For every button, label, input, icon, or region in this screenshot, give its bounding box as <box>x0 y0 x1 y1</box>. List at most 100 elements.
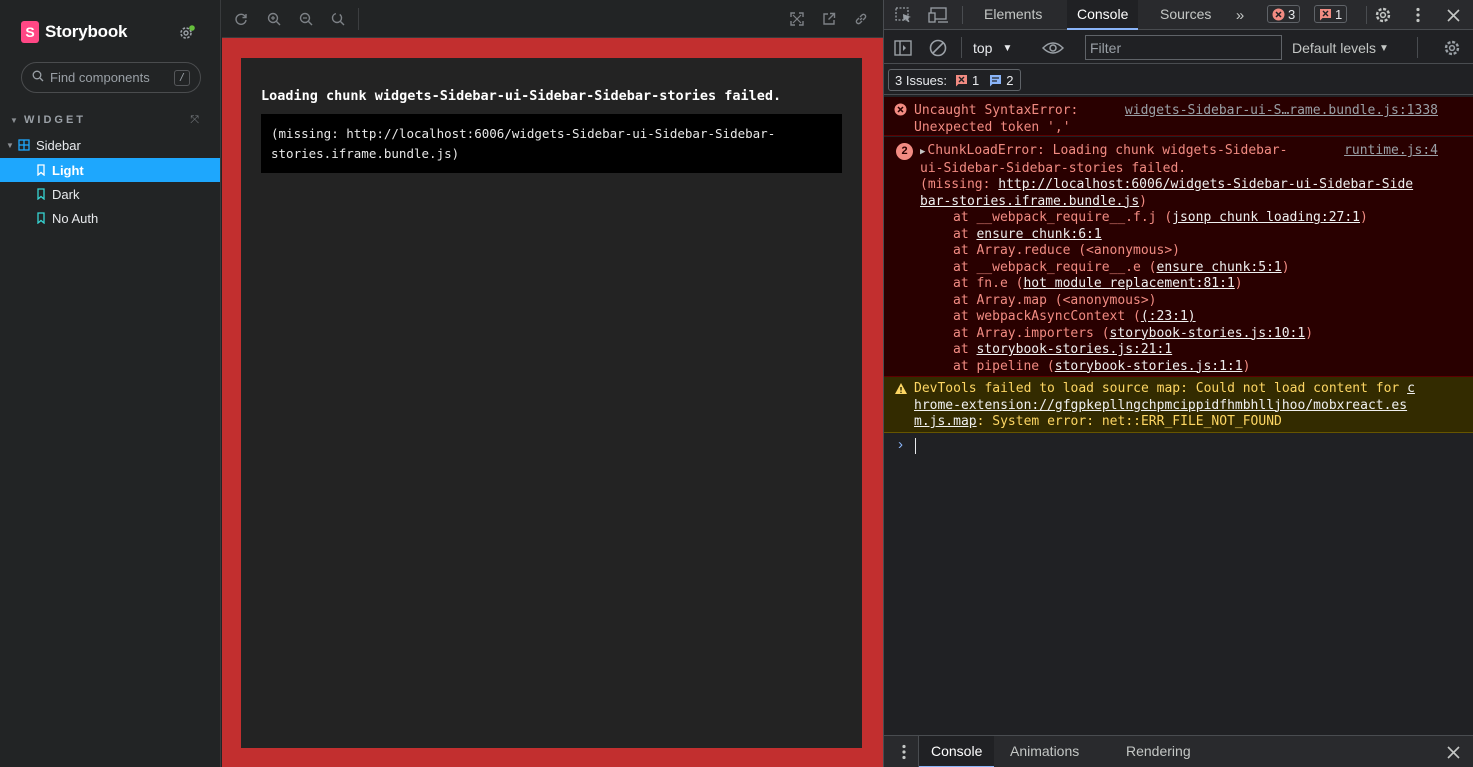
issues-button[interactable]: 3 Issues: 1 2 <box>888 69 1021 91</box>
message-line: Unexpected token ',' <box>914 119 1071 135</box>
stack-frame-link[interactable]: hot module replacement:81:1 <box>1023 276 1234 291</box>
console-message-syntax-error: Uncaught SyntaxError: Unexpected token '… <box>884 97 1473 136</box>
missing-suffix: ) <box>1139 193 1147 209</box>
stack-frame-link[interactable]: ensure chunk:6:1 <box>976 227 1101 242</box>
warning-suffix: : System error: net::ERR_FILE_NOT_FOUND <box>976 414 1282 429</box>
console-prompt-input[interactable]: › <box>884 434 1473 458</box>
issue-count-badge[interactable]: 1 <box>1314 5 1348 23</box>
zoom-in-icon[interactable] <box>264 9 284 29</box>
source-map-link[interactable]: c <box>1407 381 1415 396</box>
tree-item-story-light[interactable]: Light <box>0 158 220 182</box>
bookmark-icon <box>36 164 46 176</box>
context-selector[interactable]: top ▼ <box>973 38 1012 58</box>
device-toolbar-icon[interactable] <box>928 6 950 24</box>
issue-flag-icon <box>1319 8 1332 21</box>
tab-elements[interactable]: Elements <box>982 0 1044 30</box>
tree-item-sidebar-component[interactable]: ▼ Sidebar <box>0 133 220 157</box>
search-box[interactable]: / <box>21 62 201 93</box>
reset-zoom-icon[interactable] <box>328 9 348 29</box>
zoom-out-icon[interactable] <box>296 9 316 29</box>
source-link[interactable]: widgets-Sidebar-ui-S…rame.bundle.js:1338 <box>1125 103 1438 120</box>
repeat-count-badge: 2 <box>896 143 913 160</box>
stack-frame: at __webpack_require__.e (ensure chunk:5… <box>953 260 1468 277</box>
stack-frame-link[interactable]: ensure chunk:5:1 <box>1157 260 1282 275</box>
text-cursor <box>915 438 916 454</box>
warning-triangle-icon <box>894 382 908 395</box>
fullscreen-icon[interactable] <box>787 9 807 29</box>
find-components-input[interactable] <box>50 70 174 85</box>
stack-frame-link[interactable]: (:23:1) <box>1141 309 1196 324</box>
devtools-tabbar: Elements Console Sources » 3 1 <box>884 0 1473 30</box>
error-detail-line: stories.iframe.bundle.js) <box>271 146 460 161</box>
stack-frame-text: at __webpack_require__.f.j ( <box>953 210 1173 225</box>
log-levels-dropdown[interactable]: Default levels ▼ <box>1292 38 1389 58</box>
open-new-tab-icon[interactable] <box>819 9 839 29</box>
tree-item-label: Sidebar <box>36 137 81 153</box>
chevron-down-icon: ▼ <box>6 140 14 150</box>
warning-prefix: DevTools failed to load source map: Coul… <box>914 381 1408 396</box>
console-settings-gear-icon[interactable] <box>1442 38 1462 58</box>
message-line: bar-stories.iframe.bundle.js) <box>920 194 1468 211</box>
toolbar-divider <box>961 37 962 58</box>
tree-item-story-no-auth[interactable]: No Auth <box>0 206 220 230</box>
drawer-tab-console[interactable]: Console <box>919 736 995 767</box>
stack-frame-text: at Array.map (<anonymous>) <box>953 292 1157 308</box>
clear-console-icon[interactable] <box>929 39 947 57</box>
tree-item-story-dark[interactable]: Dark <box>0 182 220 206</box>
live-expression-eye-icon[interactable] <box>1041 39 1065 57</box>
stack-frame-link[interactable]: storybook-stories.js:1:1 <box>1055 359 1243 374</box>
reload-icon[interactable] <box>231 9 251 29</box>
stack-frame-link[interactable]: storybook-stories.js:21:1 <box>976 342 1172 357</box>
close-drawer-icon[interactable] <box>1443 743 1463 761</box>
stack-frame-link[interactable]: jsonp chunk loading:27:1 <box>1172 210 1360 225</box>
error-count-badge[interactable]: 3 <box>1267 5 1301 23</box>
copy-link-icon[interactable] <box>851 9 871 29</box>
gear-icon[interactable] <box>1373 5 1393 25</box>
expand-triangle-icon: ▶ <box>920 147 926 157</box>
error-detail: (missing: http://localhost:6006/widgets-… <box>261 114 842 173</box>
collapse-all-icon[interactable]: ⤧ <box>190 114 199 127</box>
storybook-sidebar: S Storybook / ▼ WIDGET ⤧ ▼ <box>0 0 221 767</box>
stack-frame-text: ) <box>1281 259 1290 275</box>
tree-item-label: Dark <box>52 186 80 202</box>
section-header-widget[interactable]: ▼ WIDGET ⤧ <box>8 112 213 128</box>
drawer-tab-animations[interactable]: Animations <box>998 736 1091 767</box>
stack-frame-link[interactable]: storybook-stories.js:10:1 <box>1110 326 1306 341</box>
missing-url-link[interactable]: http://localhost:6006/widgets-Sidebar-ui… <box>998 177 1413 192</box>
tab-divider <box>962 6 963 24</box>
sidebar-toggle-icon[interactable] <box>894 39 912 57</box>
message-line: ui-Sidebar-Sidebar-stories failed. <box>920 160 1187 176</box>
stack-frame: at fn.e (hot module replacement:81:1) <box>953 276 1468 293</box>
drawer-menu-icon[interactable] <box>896 743 912 761</box>
error-title: Loading chunk widgets-Sidebar-ui-Sidebar… <box>261 88 782 104</box>
issues-bar: 3 Issues: 1 2 <box>884 65 1473 95</box>
tab-console[interactable]: Console <box>1067 0 1139 30</box>
filter-input[interactable] <box>1085 35 1282 60</box>
inspect-element-icon[interactable] <box>894 6 914 24</box>
more-tabs-icon[interactable]: » <box>1230 6 1250 24</box>
kebab-menu-icon[interactable] <box>1408 5 1428 25</box>
section-label: WIDGET <box>24 114 86 126</box>
devtools-panel: Elements Console Sources » 3 1 top ▼ Fil… <box>883 0 1473 767</box>
issues-info-count: 2 <box>1006 72 1014 88</box>
missing-url-link[interactable]: bar-stories.iframe.bundle.js <box>920 194 1139 209</box>
source-map-link[interactable]: m.js.map <box>914 414 977 429</box>
message-line: (missing: http://localhost:6006/widgets-… <box>920 177 1468 194</box>
storybook-brand[interactable]: S Storybook <box>21 21 127 43</box>
console-message-warning: DevTools failed to load source map: Coul… <box>884 377 1473 433</box>
tab-sources[interactable]: Sources <box>1158 0 1213 30</box>
error-detail-line: (missing: http://localhost:6006/widgets-… <box>271 126 776 141</box>
stack-frame-text: ) <box>1234 276 1243 291</box>
close-icon[interactable] <box>1443 5 1463 25</box>
screen: S Storybook / ▼ WIDGET ⤧ ▼ <box>0 0 1473 767</box>
drawer-tab-rendering[interactable]: Rendering <box>1114 736 1203 767</box>
source-link[interactable]: runtime.js:4 <box>1344 143 1438 160</box>
message-line: ChunkLoadError: Loading chunk widgets-Si… <box>927 143 1288 158</box>
message-line: DevTools failed to load source map: Coul… <box>914 381 1468 398</box>
error-circle-icon <box>894 103 907 116</box>
stack-frame-text: at <box>953 342 977 357</box>
settings-gear-icon[interactable] <box>178 24 196 42</box>
source-map-link[interactable]: hrome-extension://gfgpkepllngchpmcippidf… <box>914 398 1407 413</box>
message-line: m.js.map: System error: net::ERR_FILE_NO… <box>914 414 1468 431</box>
error-circle-icon <box>1272 8 1285 21</box>
